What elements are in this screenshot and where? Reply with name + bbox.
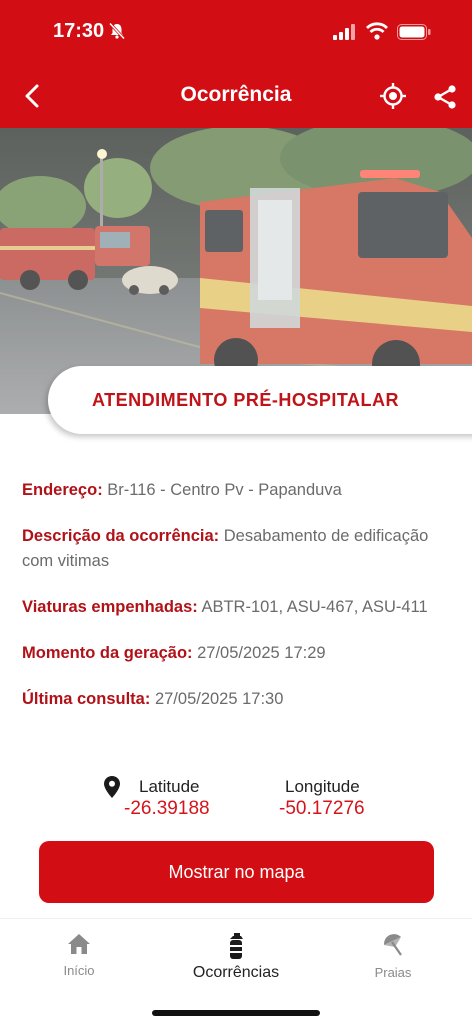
tab-label: Ocorrências — [192, 964, 280, 981]
longitude-value: -50.17276 — [279, 798, 365, 819]
app-bar: Ocorrência — [0, 64, 472, 128]
detail-key: Endereço: — [22, 481, 103, 499]
coordinates: Latitude -26.39188 Longitude -50.17276 — [0, 774, 472, 824]
bell-muted-icon — [108, 22, 126, 40]
status-time: 17:30 — [53, 20, 105, 42]
detail-row-vehicles: Viaturas empenhadas: ABTR-101, ASU-467, … — [22, 595, 442, 620]
occurrence-details: Endereço: Br-116 - Centro Pv - Papanduva… — [22, 478, 442, 733]
locate-icon[interactable] — [379, 82, 407, 110]
tab-label: Início — [63, 963, 95, 978]
detail-value: ABTR-101, ASU-467, ASU-411 — [201, 598, 428, 616]
detail-row-address: Endereço: Br-116 - Centro Pv - Papanduva — [22, 478, 442, 503]
detail-row-description: Descrição da ocorrência: Desabamento de … — [22, 524, 442, 574]
latitude-value: -26.39188 — [124, 798, 210, 819]
detail-key: Momento da geração: — [22, 644, 193, 662]
detail-value: Br-116 - Centro Pv - Papanduva — [107, 481, 342, 499]
fire-extinguisher-icon — [230, 933, 243, 959]
category-label: ATENDIMENTO PRÉ-HOSPITALAR — [92, 390, 400, 410]
show-on-map-button[interactable]: Mostrar no mapa — [39, 841, 434, 903]
beach-umbrella-icon — [383, 934, 402, 956]
detail-value: 27/05/2025 17:29 — [197, 644, 326, 662]
battery-icon — [397, 24, 431, 40]
latitude-label: Latitude — [139, 777, 200, 796]
detail-row-last-query: Última consulta: 27/05/2025 17:30 — [22, 687, 442, 712]
detail-key: Última consulta: — [22, 690, 151, 708]
longitude-label: Longitude — [285, 777, 360, 796]
home-icon — [68, 934, 90, 954]
tab-label: Praias — [374, 965, 412, 980]
detail-key: Viaturas empenhadas: — [22, 598, 198, 616]
tab-praias[interactable]: Praias — [333, 933, 453, 980]
status-bar: 17:30 — [0, 0, 472, 64]
detail-key: Descrição da ocorrência: — [22, 527, 220, 545]
tab-inicio[interactable]: Início — [19, 933, 139, 978]
share-icon[interactable] — [432, 84, 458, 110]
home-indicator — [152, 1010, 320, 1016]
wifi-icon — [366, 22, 388, 40]
detail-value: 27/05/2025 17:30 — [154, 690, 284, 708]
bottom-tab-bar: Início Ocorrências Praias — [0, 918, 472, 1024]
map-pin-icon — [104, 776, 120, 798]
detail-row-generated-at: Momento da geração: 27/05/2025 17:29 — [22, 641, 442, 666]
category-card: ATENDIMENTO PRÉ-HOSPITALAR — [48, 366, 472, 434]
cellular-signal-icon — [333, 24, 355, 40]
tab-ocorrencias[interactable]: Ocorrências — [176, 933, 296, 982]
